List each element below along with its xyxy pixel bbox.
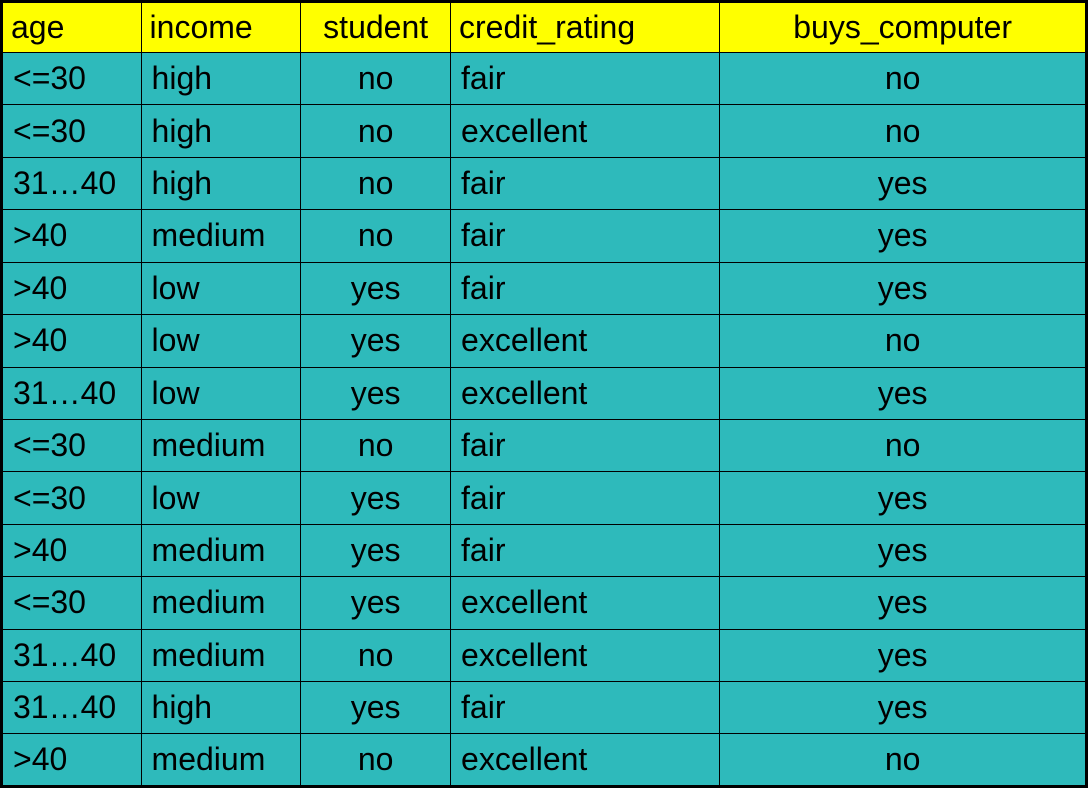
cell-income: medium <box>141 734 301 787</box>
cell-student: yes <box>301 577 451 629</box>
cell-age: >40 <box>2 210 142 262</box>
cell-credit: fair <box>451 157 720 209</box>
cell-buys: yes <box>720 367 1087 419</box>
cell-income: medium <box>141 419 301 471</box>
cell-buys: yes <box>720 524 1087 576</box>
cell-buys: no <box>720 53 1087 105</box>
cell-credit: fair <box>451 419 720 471</box>
table-row: >40 low yes excellent no <box>2 315 1087 367</box>
cell-income: high <box>141 53 301 105</box>
table-row: <=30 medium no fair no <box>2 419 1087 471</box>
cell-age: >40 <box>2 262 142 314</box>
header-buys-computer: buys_computer <box>720 2 1087 53</box>
cell-student: yes <box>301 682 451 734</box>
cell-income: low <box>141 472 301 524</box>
cell-income: medium <box>141 210 301 262</box>
table-row: 31…40 high yes fair yes <box>2 682 1087 734</box>
cell-income: high <box>141 105 301 157</box>
cell-credit: excellent <box>451 315 720 367</box>
cell-student: no <box>301 419 451 471</box>
cell-student: no <box>301 53 451 105</box>
header-row: age income student credit_rating buys_co… <box>2 2 1087 53</box>
cell-income: medium <box>141 577 301 629</box>
cell-buys: yes <box>720 682 1087 734</box>
cell-age: <=30 <box>2 577 142 629</box>
header-credit-rating: credit_rating <box>451 2 720 53</box>
cell-student: yes <box>301 315 451 367</box>
cell-credit: excellent <box>451 734 720 787</box>
cell-credit: fair <box>451 53 720 105</box>
cell-income: high <box>141 157 301 209</box>
cell-credit: fair <box>451 472 720 524</box>
cell-age: <=30 <box>2 419 142 471</box>
cell-income: medium <box>141 524 301 576</box>
cell-income: high <box>141 682 301 734</box>
cell-credit: fair <box>451 682 720 734</box>
cell-age: 31…40 <box>2 367 142 419</box>
cell-buys: yes <box>720 210 1087 262</box>
cell-age: <=30 <box>2 53 142 105</box>
cell-age: 31…40 <box>2 682 142 734</box>
cell-buys: yes <box>720 629 1087 681</box>
cell-buys: no <box>720 734 1087 787</box>
cell-credit: excellent <box>451 105 720 157</box>
table-row: >40 medium yes fair yes <box>2 524 1087 576</box>
cell-buys: yes <box>720 262 1087 314</box>
cell-income: medium <box>141 629 301 681</box>
cell-credit: excellent <box>451 367 720 419</box>
cell-age: <=30 <box>2 105 142 157</box>
header-income: income <box>141 2 301 53</box>
table-body: <=30 high no fair no <=30 high no excell… <box>2 53 1087 787</box>
table-header: age income student credit_rating buys_co… <box>2 2 1087 53</box>
cell-student: no <box>301 734 451 787</box>
cell-age: >40 <box>2 734 142 787</box>
cell-buys: no <box>720 105 1087 157</box>
cell-age: 31…40 <box>2 629 142 681</box>
table-row: >40 low yes fair yes <box>2 262 1087 314</box>
header-student: student <box>301 2 451 53</box>
table-row: <=30 medium yes excellent yes <box>2 577 1087 629</box>
table-row: <=30 high no excellent no <box>2 105 1087 157</box>
table-row: 31…40 low yes excellent yes <box>2 367 1087 419</box>
cell-credit: fair <box>451 262 720 314</box>
data-table: age income student credit_rating buys_co… <box>0 0 1088 788</box>
cell-student: yes <box>301 472 451 524</box>
cell-student: no <box>301 157 451 209</box>
cell-buys: yes <box>720 472 1087 524</box>
table-row: <=30 low yes fair yes <box>2 472 1087 524</box>
cell-student: yes <box>301 524 451 576</box>
table-row: >40 medium no fair yes <box>2 210 1087 262</box>
cell-student: no <box>301 105 451 157</box>
cell-credit: fair <box>451 210 720 262</box>
cell-buys: yes <box>720 577 1087 629</box>
cell-credit: excellent <box>451 629 720 681</box>
cell-student: no <box>301 210 451 262</box>
header-age: age <box>2 2 142 53</box>
cell-age: >40 <box>2 315 142 367</box>
cell-buys: no <box>720 419 1087 471</box>
cell-buys: yes <box>720 157 1087 209</box>
cell-age: <=30 <box>2 472 142 524</box>
table-row: >40 medium no excellent no <box>2 734 1087 787</box>
cell-credit: excellent <box>451 577 720 629</box>
cell-student: yes <box>301 367 451 419</box>
cell-age: >40 <box>2 524 142 576</box>
table-row: <=30 high no fair no <box>2 53 1087 105</box>
cell-student: yes <box>301 262 451 314</box>
cell-income: low <box>141 262 301 314</box>
table-row: 31…40 high no fair yes <box>2 157 1087 209</box>
cell-age: 31…40 <box>2 157 142 209</box>
table-row: 31…40 medium no excellent yes <box>2 629 1087 681</box>
cell-income: low <box>141 367 301 419</box>
cell-student: no <box>301 629 451 681</box>
cell-income: low <box>141 315 301 367</box>
cell-buys: no <box>720 315 1087 367</box>
cell-credit: fair <box>451 524 720 576</box>
